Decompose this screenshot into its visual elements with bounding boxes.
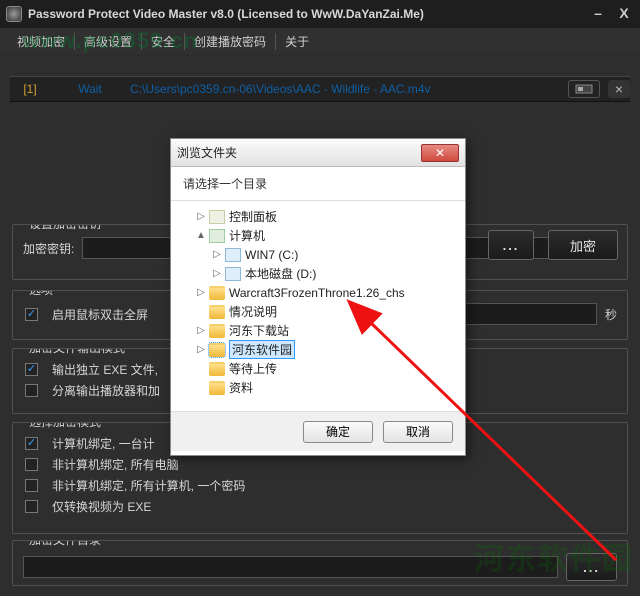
menubar: 视频加密 高级设置 安全 创建播放密码 关于 — [0, 28, 640, 54]
drive-icon — [225, 267, 241, 281]
folder-icon — [209, 343, 225, 357]
tree-node[interactable]: ▷ 控制面板 — [179, 207, 457, 226]
tree-node[interactable]: ▷ Warcraft3FrozenThrone1.26_chs — [179, 283, 457, 302]
dialog-ok-button[interactable]: 确定 — [303, 421, 373, 443]
chk-exe-label: 输出独立 EXE 文件, — [52, 361, 158, 378]
tree-node-label: 资料 — [229, 379, 253, 396]
chk-fullscreen-label: 启用鼠标双击全屏 — [52, 306, 148, 323]
folder-icon — [209, 305, 225, 319]
panel-legend-outdir: 加密文件目录 — [23, 540, 107, 548]
dialog-titlebar[interactable]: 浏览文件夹 ✕ — [171, 139, 465, 167]
window-title: Password Protect Video Master v8.0 (Lice… — [28, 7, 424, 21]
tree-expander-icon[interactable]: ▷ — [195, 325, 207, 336]
tree-node[interactable]: 情况说明 — [179, 302, 457, 321]
tree-node-label: WIN7 (C:) — [245, 248, 298, 262]
titlebar[interactable]: Password Protect Video Master v8.0 (Lice… — [0, 0, 640, 28]
file-remove-icon[interactable]: × — [608, 80, 630, 98]
file-edit-icon[interactable] — [568, 80, 600, 98]
pc-icon — [209, 229, 225, 243]
file-path: C:\Users\pc0359.cn-06\Videos\AAC - Wildl… — [130, 82, 560, 96]
window-close[interactable]: X — [614, 7, 634, 21]
radio-convert-exe-label: 仅转换视频为 EXE — [52, 498, 151, 515]
tree-expander-icon[interactable]: ▷ — [195, 211, 207, 222]
panel-output-dir: 加密文件目录 ... — [12, 540, 628, 586]
tree-node-label: 控制面板 — [229, 208, 277, 225]
folder-icon — [209, 324, 225, 338]
dialog-close-icon[interactable]: ✕ — [421, 144, 459, 162]
tree-expander-icon[interactable]: ▲ — [195, 230, 207, 241]
chk-fullscreen[interactable] — [25, 308, 38, 321]
seconds-suffix: 秒 — [605, 306, 617, 323]
window-minimize[interactable]: – — [588, 7, 608, 21]
key-browse-button[interactable]: ... — [488, 230, 534, 260]
panel-icon — [209, 210, 225, 224]
chk-exe[interactable] — [25, 363, 38, 376]
key-label: 加密密钥: — [23, 240, 74, 257]
panel-legend-encmode: 选择加密模式 — [23, 422, 107, 430]
menu-create-play-pwd[interactable]: 创建播放密码 — [185, 33, 276, 50]
menu-advanced[interactable]: 高级设置 — [75, 33, 142, 50]
tree-node-label: 河东软件园 — [229, 340, 295, 359]
tree-node[interactable]: ▷ 本地磁盘 (D:) — [179, 264, 457, 283]
chk-split[interactable] — [25, 384, 38, 397]
app-icon — [6, 6, 22, 22]
folder-icon — [209, 362, 225, 376]
tree-node[interactable]: ▲ 计算机 — [179, 226, 457, 245]
tree-expander-icon[interactable]: ▷ — [211, 249, 223, 260]
menu-encrypt[interactable]: 视频加密 — [8, 33, 75, 50]
panel-legend-outmode: 加密文件输出模式 — [23, 348, 131, 356]
folder-icon — [209, 286, 225, 300]
tree-expander-icon[interactable]: ▷ — [211, 268, 223, 279]
output-dir-input[interactable] — [23, 556, 558, 578]
chk-split-label: 分离输出播放器和加 — [52, 382, 160, 399]
folder-tree[interactable]: ▷ 控制面板 ▲ 计算机 ▷ WIN7 (C:) ▷ 本地磁盘 (D:) ▷ Warcraft3F… — [171, 201, 465, 411]
dialog-cancel-button[interactable]: 取消 — [383, 421, 453, 443]
menu-security[interactable]: 安全 — [142, 33, 185, 50]
panel-legend-key: 设置加密密钥 — [23, 224, 107, 232]
radio-bind-pc[interactable] — [25, 437, 38, 450]
tree-node-label: 计算机 — [229, 227, 265, 244]
radio-nonbind-all[interactable] — [25, 458, 38, 471]
tree-node-label: 河东下载站 — [229, 322, 289, 339]
tree-node[interactable]: 资料 — [179, 378, 457, 397]
file-status: Wait — [50, 82, 130, 96]
browse-folder-dialog: 浏览文件夹 ✕ 请选择一个目录 ▷ 控制面板 ▲ 计算机 ▷ WIN7 (C:) ▷ 本地磁盘… — [170, 138, 466, 456]
radio-nonbind-onepwd-label: 非计算机绑定, 所有计算机, 一个密码 — [52, 477, 245, 494]
file-row[interactable]: [1] Wait C:\Users\pc0359.cn-06\Videos\AA… — [10, 76, 630, 102]
tree-expander-icon[interactable]: ▷ — [195, 287, 207, 298]
dialog-subtitle: 请选择一个目录 — [171, 167, 465, 201]
tree-node-label: 情况说明 — [229, 303, 277, 320]
tree-node-label: 本地磁盘 (D:) — [245, 265, 316, 282]
tree-node[interactable]: 等待上传 — [179, 359, 457, 378]
output-dir-browse[interactable]: ... — [566, 553, 617, 581]
radio-nonbind-onepwd[interactable] — [25, 479, 38, 492]
tree-node[interactable]: ▷ 河东软件园 — [179, 340, 457, 359]
radio-convert-exe[interactable] — [25, 500, 38, 513]
file-index: [1] — [10, 82, 50, 96]
tree-node[interactable]: ▷ 河东下载站 — [179, 321, 457, 340]
folder-icon — [209, 381, 225, 395]
panel-legend-options: 选项 — [23, 290, 59, 298]
menu-about[interactable]: 关于 — [276, 33, 318, 50]
dialog-title: 浏览文件夹 — [177, 144, 421, 161]
tree-expander-icon[interactable]: ▷ — [195, 344, 207, 355]
radio-nonbind-all-label: 非计算机绑定, 所有电脑 — [52, 456, 179, 473]
tree-node-label: Warcraft3FrozenThrone1.26_chs — [229, 286, 405, 300]
radio-bind-pc-label: 计算机绑定, 一台计 — [52, 435, 155, 452]
tree-node-label: 等待上传 — [229, 360, 277, 377]
tree-node[interactable]: ▷ WIN7 (C:) — [179, 245, 457, 264]
drive-icon — [225, 248, 241, 262]
encrypt-button[interactable]: 加密 — [548, 230, 618, 260]
